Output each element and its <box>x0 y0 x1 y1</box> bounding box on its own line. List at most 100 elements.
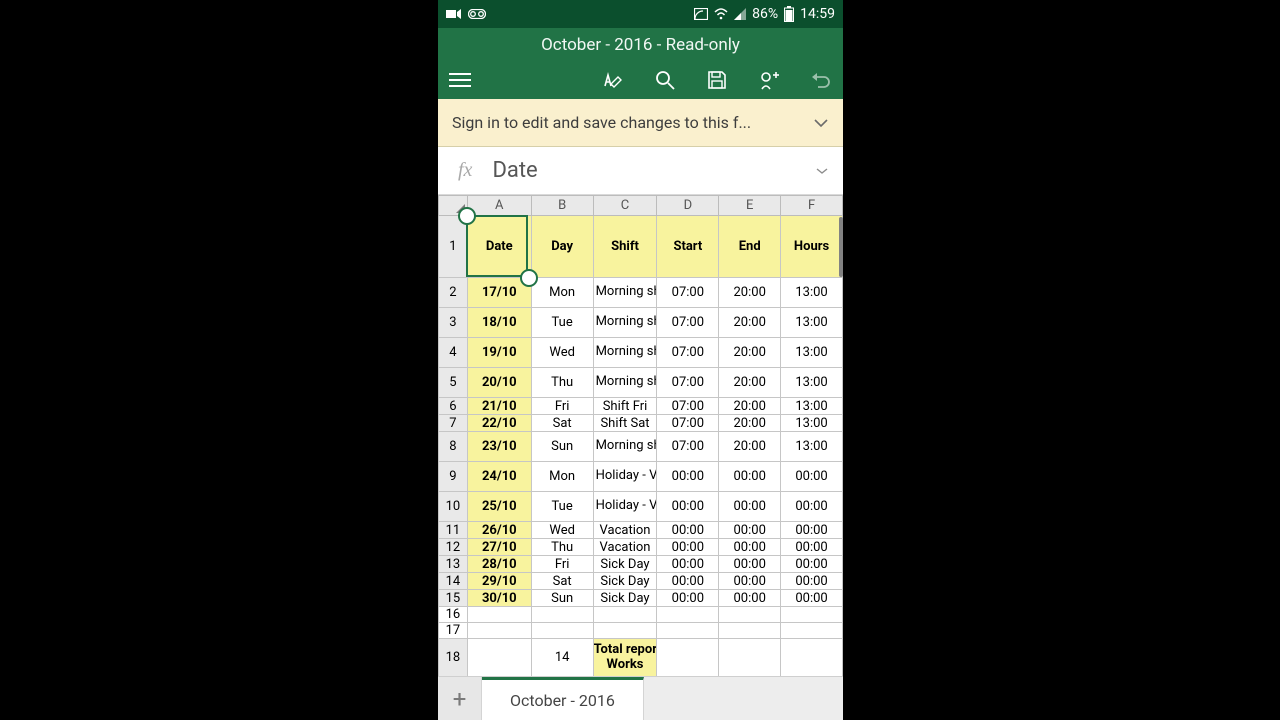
cell-shift[interactable]: Vacation <box>593 539 657 556</box>
cell-hours[interactable]: 13:00 <box>781 415 843 432</box>
cell-end[interactable]: 00:00 <box>719 556 781 573</box>
cell-date[interactable]: 27/10 <box>467 539 531 556</box>
row-head[interactable]: 9 <box>439 462 468 492</box>
header-shift[interactable]: Shift <box>593 216 657 278</box>
cell-hours[interactable]: 00:00 <box>781 522 843 539</box>
cell-hours[interactable]: 00:00 <box>781 556 843 573</box>
sheet-tab-active[interactable]: October - 2016 <box>482 677 644 720</box>
table-row[interactable]: 1328/10FriSick Day00:0000:0000:00 <box>439 556 843 573</box>
table-row[interactable]: 16 <box>439 607 843 623</box>
cell-hours[interactable]: 13:00 <box>781 368 843 398</box>
cell-end[interactable]: 20:00 <box>719 415 781 432</box>
table-row[interactable]: 1530/10SunSick Day00:0000:0000:00 <box>439 590 843 607</box>
row-head[interactable]: 17 <box>439 623 468 639</box>
col-E[interactable]: E <box>719 196 781 216</box>
cell-start[interactable]: 07:00 <box>657 398 719 415</box>
share-icon[interactable] <box>757 68 781 92</box>
table-row[interactable]: 217/10MonMorning shift07:0020:0013:00 <box>439 278 843 308</box>
header-start[interactable]: Start <box>657 216 719 278</box>
cell-day[interactable]: Fri <box>531 398 593 415</box>
cell-date[interactable]: 18/10 <box>467 308 531 338</box>
cell-date[interactable]: 17/10 <box>467 278 531 308</box>
row-head[interactable]: 18 <box>439 639 468 677</box>
cell-start[interactable]: 07:00 <box>657 338 719 368</box>
table-row[interactable]: 722/10SatShift Sat07:0020:0013:00 <box>439 415 843 432</box>
cell-start[interactable]: 00:00 <box>657 590 719 607</box>
cell-shift[interactable]: Morning shift <box>593 432 657 462</box>
cell-start[interactable]: 00:00 <box>657 539 719 556</box>
cell-empty[interactable] <box>467 639 531 677</box>
select-all-corner[interactable] <box>439 196 468 216</box>
menu-icon[interactable] <box>448 68 472 92</box>
table-row[interactable]: 1429/10SatSick Day00:0000:0000:00 <box>439 573 843 590</box>
cell-day[interactable]: Wed <box>531 522 593 539</box>
undo-icon[interactable] <box>809 68 833 92</box>
cell-date[interactable]: 28/10 <box>467 556 531 573</box>
cell-start[interactable]: 07:00 <box>657 415 719 432</box>
cell-empty[interactable] <box>467 623 531 639</box>
row-head[interactable]: 8 <box>439 432 468 462</box>
cell-shift[interactable]: Sick Day <box>593 590 657 607</box>
cell-day[interactable]: Wed <box>531 338 593 368</box>
cell-empty[interactable] <box>467 607 531 623</box>
header-end[interactable]: End <box>719 216 781 278</box>
cell-hours[interactable]: 13:00 <box>781 308 843 338</box>
cell-empty[interactable] <box>531 623 593 639</box>
cell-start[interactable]: 00:00 <box>657 462 719 492</box>
table-row[interactable]: 318/10TueMorning shift07:0020:0013:00 <box>439 308 843 338</box>
chevron-down-icon[interactable] <box>815 163 829 179</box>
row-head[interactable]: 4 <box>439 338 468 368</box>
header-date[interactable]: Date <box>467 216 531 278</box>
cell-hours[interactable]: 00:00 <box>781 462 843 492</box>
save-icon[interactable] <box>705 68 729 92</box>
formula-bar[interactable]: fx Date <box>438 147 843 195</box>
table-row[interactable]: 419/10WedMorning shift07:0020:0013:00 <box>439 338 843 368</box>
col-C[interactable]: C <box>593 196 657 216</box>
cell-empty[interactable] <box>719 607 781 623</box>
row-head[interactable]: 1 <box>439 216 468 278</box>
cell-empty[interactable] <box>781 607 843 623</box>
cell-shift[interactable]: Sick Day <box>593 556 657 573</box>
cell-day[interactable]: Thu <box>531 539 593 556</box>
cell-day[interactable]: Sun <box>531 432 593 462</box>
cell-date[interactable]: 26/10 <box>467 522 531 539</box>
cell-date[interactable]: 21/10 <box>467 398 531 415</box>
cell-empty[interactable] <box>781 639 843 677</box>
cell-empty[interactable] <box>531 607 593 623</box>
cell-start[interactable]: 00:00 <box>657 492 719 522</box>
table-row[interactable]: 520/10ThuMorning shift07:0020:0013:00 <box>439 368 843 398</box>
table-row[interactable]: 1126/10WedVacation00:0000:0000:00 <box>439 522 843 539</box>
row-head[interactable]: 10 <box>439 492 468 522</box>
cell-end[interactable]: 20:00 <box>719 368 781 398</box>
table-row[interactable]: 17 <box>439 623 843 639</box>
cell-shift[interactable]: Holiday - Vacation <box>593 462 657 492</box>
signin-banner[interactable]: Sign in to edit and save changes to this… <box>438 99 843 147</box>
cell-end[interactable]: 20:00 <box>719 398 781 415</box>
row-head[interactable]: 6 <box>439 398 468 415</box>
table-row[interactable]: 823/10SunMorning shift07:0020:0013:00 <box>439 432 843 462</box>
add-sheet-button[interactable]: + <box>438 677 482 720</box>
formula-value[interactable]: Date <box>492 158 795 183</box>
cell-day[interactable]: Sat <box>531 415 593 432</box>
cell-date[interactable]: 20/10 <box>467 368 531 398</box>
cell-hours[interactable]: 00:00 <box>781 590 843 607</box>
column-header-row[interactable]: A B C D E F <box>439 196 843 216</box>
cell-shift[interactable]: Sick Day <box>593 573 657 590</box>
row-head[interactable]: 12 <box>439 539 468 556</box>
cell-hours[interactable]: 13:00 <box>781 432 843 462</box>
cell-day[interactable]: Thu <box>531 368 593 398</box>
cell-day[interactable]: Tue <box>531 492 593 522</box>
format-icon[interactable] <box>601 68 625 92</box>
cell-day[interactable]: Fri <box>531 556 593 573</box>
cell-start[interactable]: 07:00 <box>657 278 719 308</box>
cell-empty[interactable] <box>657 639 719 677</box>
col-F[interactable]: F <box>781 196 843 216</box>
cell-end[interactable]: 00:00 <box>719 539 781 556</box>
row-head[interactable]: 16 <box>439 607 468 623</box>
cell-hours[interactable]: 00:00 <box>781 573 843 590</box>
spreadsheet-grid[interactable]: A B C D E F 1 Date Day Shift Start End H… <box>438 195 843 676</box>
cell-empty[interactable] <box>593 623 657 639</box>
cell-end[interactable]: 20:00 <box>719 338 781 368</box>
table-row[interactable]: 1025/10TueHoliday - Vacation00:0000:0000… <box>439 492 843 522</box>
cell-shift[interactable]: Morning shift <box>593 278 657 308</box>
